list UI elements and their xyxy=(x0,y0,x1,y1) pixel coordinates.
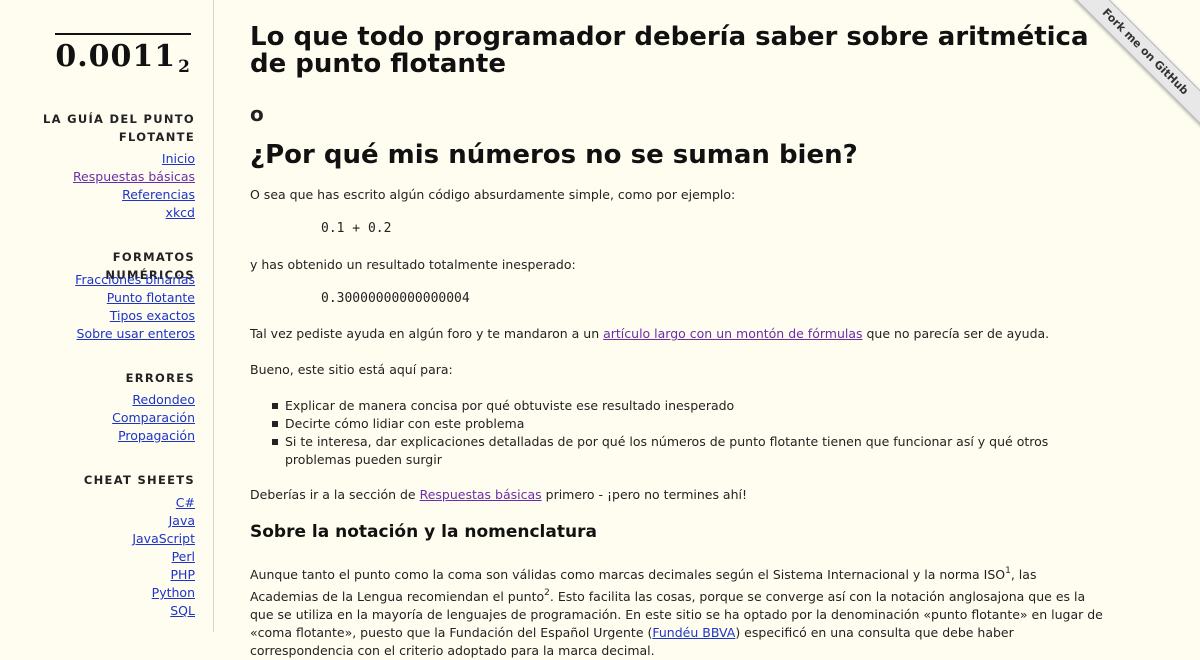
code-example-sum: 0.1 + 0.2 xyxy=(321,221,392,236)
main-content: Lo que todo programador debería saber so… xyxy=(250,22,1110,659)
bullet-icon xyxy=(272,439,278,445)
nav-link-respuestas-basicas[interactable]: Respuestas básicas xyxy=(73,168,195,186)
forum-text-before: Tal vez pediste ayuda en algún foro y te… xyxy=(250,326,604,341)
page-subtitle: ¿Por qué mis números no se suman bien? xyxy=(250,140,858,170)
next-step-paragraph: Deberías ir a la sección de Respuestas b… xyxy=(250,486,747,504)
purpose-list: Explicar de manera concisa por qué obtuv… xyxy=(250,397,1100,469)
github-fork-ribbon[interactable]: Fork me on GitHub xyxy=(1062,0,1200,135)
nav-link-comparacion[interactable]: Comparación xyxy=(112,409,195,427)
section-title-errors: ERRORES xyxy=(125,371,195,385)
nav-link-xkcd[interactable]: xkcd xyxy=(73,204,195,222)
code-example-result: 0.30000000000000004 xyxy=(321,291,470,306)
nav-link-sobre-usar-enteros[interactable]: Sobre usar enteros xyxy=(75,325,195,343)
nav-link-javascript[interactable]: JavaScript xyxy=(132,530,195,548)
list-item: Si te interesa, dar explicaciones detall… xyxy=(250,433,1100,469)
forum-text-after: que no parecía ser de ayuda. xyxy=(862,326,1050,341)
list-item-text: Si te interesa, dar explicaciones detall… xyxy=(285,434,1049,467)
nav-link-php[interactable]: PHP xyxy=(132,566,195,584)
nav-errors: Redondeo Comparación Propagación xyxy=(112,391,195,445)
bullet-icon xyxy=(272,403,278,409)
list-item-text: Explicar de manera concisa por qué obtuv… xyxy=(285,398,735,413)
list-item: Decirte cómo lidiar con este problema xyxy=(250,415,1100,433)
list-item: Explicar de manera concisa por qué obtuv… xyxy=(250,397,1100,415)
notation-text-a: Aunque tanto el punto como la coma son v… xyxy=(250,567,1006,582)
forum-paragraph: Tal vez pediste ayuda en algún foro y te… xyxy=(250,325,1110,343)
section-title-guide: LA GUÍA DEL PUNTO FLOTANTE xyxy=(42,112,195,144)
nav-link-python[interactable]: Python xyxy=(132,584,195,602)
nav-cheatsheets: C# Java JavaScript Perl PHP Python SQL xyxy=(132,494,195,620)
nav-link-csharp[interactable]: C# xyxy=(132,494,195,512)
sidebar: 0.0011 2 LA GUÍA DEL PUNTO FLOTANTE Inici… xyxy=(0,0,214,632)
title-conjunction: o xyxy=(250,102,264,126)
next-step-text-after: primero - ¡pero no termines ahí! xyxy=(541,487,748,502)
notation-paragraph: Aunque tanto el punto como la coma son v… xyxy=(250,562,1106,660)
nav-link-punto-flotante[interactable]: Punto flotante xyxy=(75,289,195,307)
nav-guide: Inicio Respuestas básicas Referencias xk… xyxy=(73,150,195,222)
nav-formats: Fracciones binarias Punto flotante Tipos… xyxy=(75,271,195,343)
nav-link-referencias[interactable]: Referencias xyxy=(73,186,195,204)
nav-link-propagacion[interactable]: Propagación xyxy=(112,427,195,445)
notation-heading: Sobre la notación y la nomenclatura xyxy=(250,522,597,542)
list-item-text: Decirte cómo lidiar con este problema xyxy=(285,416,525,431)
next-step-text-before: Deberías ir a la sección de xyxy=(250,487,420,502)
intro-paragraph: O sea que has escrito algún código absur… xyxy=(250,187,736,202)
bullet-icon xyxy=(272,421,278,427)
nav-link-redondeo[interactable]: Redondeo xyxy=(112,391,195,409)
nav-link-sql[interactable]: SQL xyxy=(132,602,195,620)
long-article-link[interactable]: artículo largo con un montón de fórmulas xyxy=(603,326,862,341)
result-paragraph: y has obtenido un resultado totalmente i… xyxy=(250,257,576,272)
section-title-cheatsheets: CHEAT SHEETS xyxy=(83,473,195,487)
nav-link-java[interactable]: Java xyxy=(132,512,195,530)
fundeu-link[interactable]: Fundéu BBVA xyxy=(652,625,735,640)
nav-link-fracciones-binarias[interactable]: Fracciones binarias xyxy=(75,271,195,289)
basic-answers-link[interactable]: Respuestas básicas xyxy=(420,487,542,502)
nav-link-tipos-exactos[interactable]: Tipos exactos xyxy=(75,307,195,325)
nav-link-perl[interactable]: Perl xyxy=(132,548,195,566)
nav-link-inicio[interactable]: Inicio xyxy=(73,150,195,168)
github-ribbon-container: Fork me on GitHub xyxy=(1051,0,1200,149)
site-logo[interactable]: 0.0011 2 xyxy=(55,33,191,83)
logo-subscript: 2 xyxy=(178,57,191,77)
page-title: Lo que todo programador debería saber so… xyxy=(250,22,1089,79)
logo-text: 0.0011 xyxy=(55,39,177,74)
purpose-paragraph: Bueno, este sitio está aquí para: xyxy=(250,362,453,377)
